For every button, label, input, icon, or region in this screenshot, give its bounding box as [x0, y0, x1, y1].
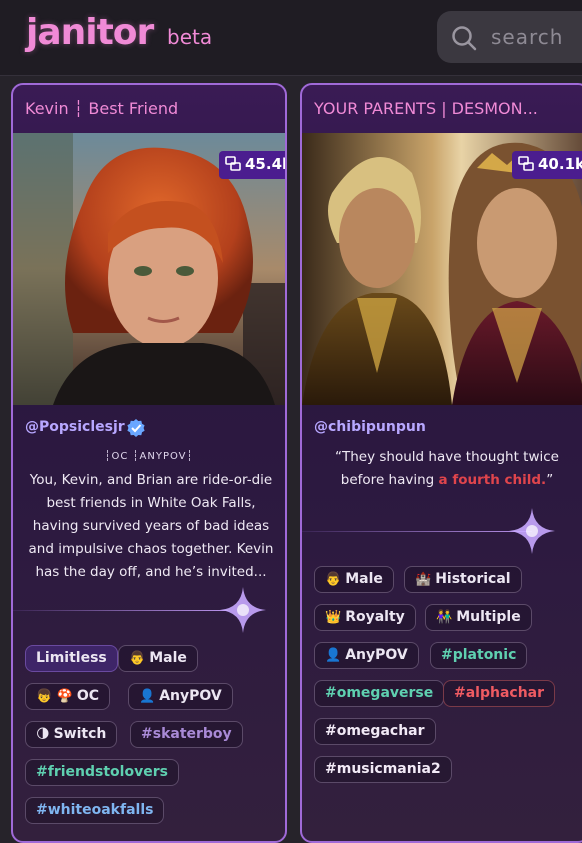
character-portrait[interactable]: 40.1k [302, 133, 582, 405]
tag-alphachar[interactable]: #alphachar [443, 680, 556, 707]
character-card-kevin[interactable]: Kevin ┆ Best Friend 45.4 @Popsiclesjr ┆O… [11, 83, 287, 843]
chat-count: 45.4k [245, 155, 285, 173]
tag-omegachar[interactable]: #omegachar [314, 718, 436, 745]
tag-male[interactable]: 👨 Male [118, 645, 198, 672]
chat-count-badge: 45.4k [219, 151, 285, 179]
chat-bubbles-icon [225, 156, 241, 171]
card-description: You, Kevin, and Brian are ride-or-die be… [28, 472, 274, 580]
tag-historical[interactable]: 🏰 Historical [404, 566, 522, 593]
male-icon: 👨 [129, 651, 146, 666]
card-description: “They should have thought twice before h… [334, 449, 559, 488]
person-icon: 👤 [325, 648, 342, 663]
sparkle-icon [509, 508, 555, 554]
crown-icon: 👑 [325, 610, 342, 625]
chat-count-badge: 40.1k [512, 151, 582, 179]
tag-male[interactable]: 👨 Male [314, 566, 394, 593]
tag-oc[interactable]: 👦 🍄 OC [25, 683, 111, 710]
oc-anypov-tag: ┆OC ┆ANYPOV┆ [104, 451, 194, 462]
tag-limitless[interactable]: Limitless [25, 645, 118, 672]
chat-bubbles-icon [518, 156, 534, 171]
character-portrait[interactable]: 45.4k [13, 133, 285, 405]
sparkle-icon [220, 587, 266, 633]
oc-icon: 👦 🍄 [36, 689, 73, 704]
tag-omegaverse[interactable]: #omegaverse [314, 680, 445, 707]
tag-royalty[interactable]: 👑 Royalty [314, 604, 416, 631]
tag-multiple[interactable]: 👫 Multiple [425, 604, 532, 631]
tag-musicmania2[interactable]: #musicmania2 [314, 756, 452, 783]
divider [302, 531, 532, 532]
description-highlight: a fourth child. [438, 472, 547, 488]
creator-link[interactable]: @Popsiclesjr [25, 419, 125, 435]
card-title[interactable]: Kevin ┆ Best Friend [25, 99, 178, 118]
creator-link[interactable]: @chibipunpun [314, 419, 426, 435]
search-icon [452, 26, 477, 51]
male-icon: 👨 [325, 572, 342, 587]
tag-switch[interactable]: 🌗 Switch [25, 721, 118, 748]
divider [13, 610, 228, 611]
search-placeholder: search [491, 25, 564, 49]
tag-anypov[interactable]: 👤 AnyPOV [128, 683, 233, 710]
tag-friendstolovers[interactable]: #friendstolovers [25, 759, 179, 786]
card-title[interactable]: YOUR PARENTS | DESMON... [314, 99, 538, 118]
top-bar: janitor beta search [0, 0, 582, 76]
tag-anypov[interactable]: 👤 AnyPOV [314, 642, 419, 669]
tag-skaterboy[interactable]: #skaterboy [130, 721, 243, 748]
tag-platonic[interactable]: #platonic [430, 642, 528, 669]
couple-icon: 👫 [436, 610, 453, 625]
search-bar[interactable]: search [437, 11, 582, 63]
half-moon-icon: 🌗 [36, 727, 50, 742]
janitor-logo[interactable]: janitor [26, 12, 154, 53]
castle-icon: 🏰 [415, 572, 432, 587]
character-card-your-parents[interactable]: YOUR PARENTS | DESMON... 40.1k @chibipun… [300, 83, 582, 843]
tag-whiteoakfalls[interactable]: #whiteoakfalls [25, 797, 165, 824]
verified-icon [127, 419, 145, 437]
beta-label: beta [167, 25, 213, 49]
person-icon: 👤 [139, 689, 156, 704]
chat-count: 40.1k [538, 155, 582, 173]
